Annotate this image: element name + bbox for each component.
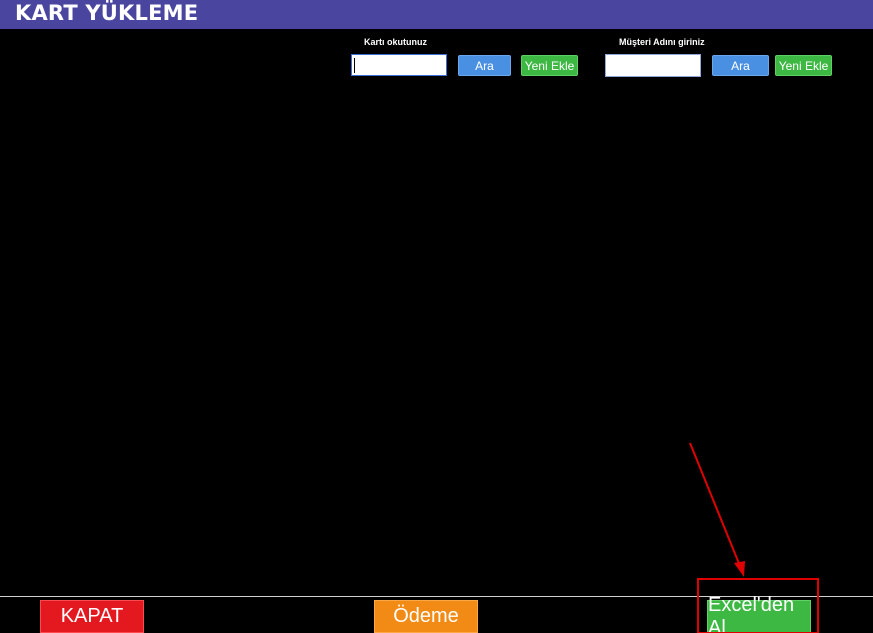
window-title: KART YÜKLEME xyxy=(15,1,199,25)
customer-search-button[interactable]: Ara xyxy=(712,55,769,76)
customer-label: Müşteri Adını giriniz xyxy=(619,37,705,47)
payment-button[interactable]: Ödeme xyxy=(374,600,478,633)
annotation-highlight-box xyxy=(697,578,819,633)
customer-input[interactable] xyxy=(605,54,701,77)
title-bar: KART YÜKLEME xyxy=(0,0,873,29)
text-caret xyxy=(354,58,355,73)
card-input[interactable] xyxy=(351,54,447,76)
customer-add-button[interactable]: Yeni Ekle xyxy=(775,55,832,76)
close-button[interactable]: KAPAT xyxy=(40,600,144,633)
annotation-arrow-icon xyxy=(689,442,745,577)
card-label: Kartı okutunuz xyxy=(364,37,427,47)
card-search-button[interactable]: Ara xyxy=(458,55,511,76)
card-add-button[interactable]: Yeni Ekle xyxy=(521,55,578,76)
